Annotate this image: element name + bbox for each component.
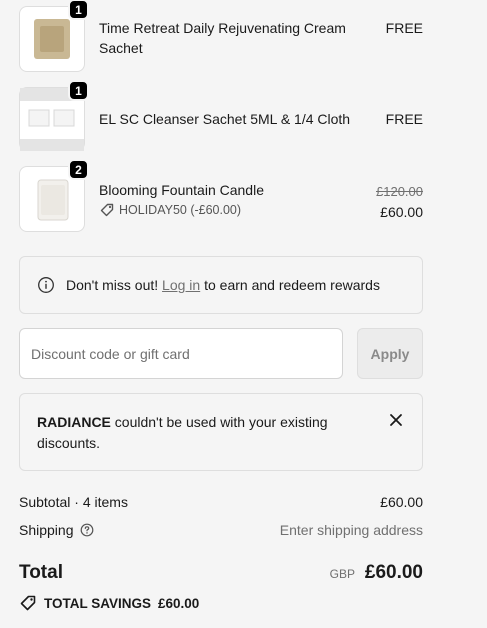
close-icon[interactable]: [388, 412, 404, 428]
shipping-label-group: Shipping: [19, 522, 94, 538]
tag-icon: [20, 595, 36, 611]
product-thumbnail: 1: [19, 80, 89, 151]
shipping-row: Shipping Enter shipping address: [19, 522, 423, 538]
subtotal-value: £60.00: [380, 494, 423, 510]
shipping-label: Shipping: [19, 522, 74, 538]
alert-code: RADIANCE: [37, 414, 111, 430]
help-icon[interactable]: [80, 523, 94, 537]
discount-code-text: HOLIDAY50 (-£60.00): [119, 203, 242, 217]
total-savings-row: TOTAL SAVINGS £60.00: [19, 594, 423, 612]
line-item: 1 EL SC Cleanser Sachet 5ML & 1/4 Cloth …: [19, 80, 423, 151]
quantity-badge: 1: [68, 0, 89, 20]
product-thumbnail: 1: [19, 0, 89, 72]
item-price: FREE: [385, 111, 423, 127]
currency-code: GBP: [329, 567, 355, 581]
discount-code-input[interactable]: [19, 328, 343, 379]
line-item: 1 Time Retreat Daily Rejuvenating Cream …: [19, 0, 423, 72]
line-item: 2 Blooming Fountain Candle HOLIDAY50 (-£…: [19, 159, 423, 232]
total-amount-group: GBP £60.00: [330, 562, 423, 584]
original-price: £120.00: [376, 184, 423, 199]
subtotal-row: Subtotal · 4 items £60.00: [19, 494, 423, 510]
shipping-value: Enter shipping address: [279, 522, 423, 538]
total-label: Total: [19, 562, 63, 583]
discount-code-line: HOLIDAY50 (-£60.00): [99, 202, 241, 218]
notice-prefix: Don't miss out!: [66, 277, 159, 293]
savings-value: £60.00: [158, 595, 200, 611]
info-icon: [38, 277, 54, 293]
rewards-notice: Don't miss out! Log in to earn and redee…: [19, 256, 423, 314]
apply-button[interactable]: Apply: [357, 328, 423, 379]
notice-suffix: to earn and redeem rewards: [204, 277, 380, 293]
discount-error-alert: RADIANCE couldn't be used with your exis…: [19, 393, 423, 471]
item-title: EL SC Cleanser Sachet 5ML & 1/4 Cloth: [99, 111, 351, 127]
login-link[interactable]: Log in: [162, 277, 200, 293]
quantity-badge: 1: [68, 80, 89, 101]
total-row: Total GBP £60.00: [19, 562, 423, 584]
tag-icon: [100, 203, 114, 217]
item-price: £60.00: [380, 204, 423, 220]
item-title: Blooming Fountain Candle: [99, 182, 264, 198]
item-price-block: £120.00 £60.00: [376, 182, 423, 222]
savings-label: TOTAL SAVINGS: [44, 595, 152, 611]
total-value: £60.00: [364, 562, 423, 583]
item-price: FREE: [385, 20, 423, 36]
quantity-badge: 2: [68, 159, 89, 180]
product-thumbnail: 2: [19, 159, 89, 232]
subtotal-label: Subtotal · 4 items: [19, 494, 128, 510]
item-title: Time Retreat Daily Rejuvenating Cream Sa…: [99, 20, 346, 56]
